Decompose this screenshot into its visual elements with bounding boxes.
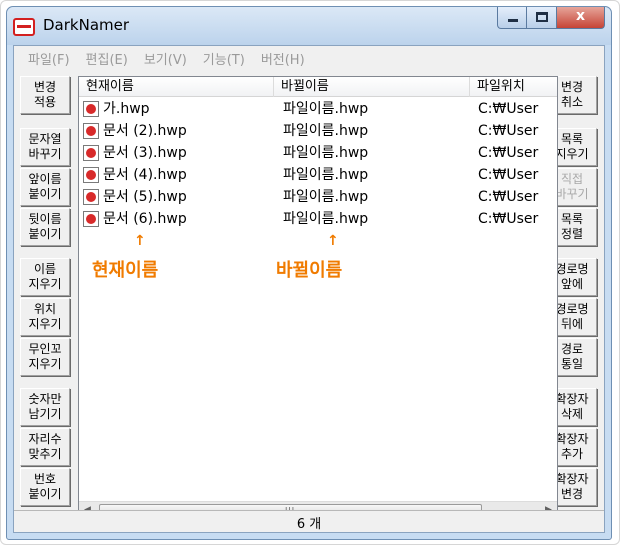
table-row[interactable]: 문서 (6).hwp 파일이름.hwp C:₩User [79, 208, 557, 230]
hwp-file-icon [83, 189, 99, 205]
left-button-9[interactable]: 자리수 맞추기 [20, 428, 70, 466]
close-icon: x [575, 8, 586, 24]
new-name-cell: 파일이름.hwp [283, 189, 369, 205]
file-list[interactable]: 현재이름 바뀔이름 파일위치 가.hwp 파일이름.hwp C:₩User 문서 (2… [78, 76, 558, 519]
menu-bar: 파일(F) 편집(E) 보기(V) 기능(T) 버전(H) [14, 46, 604, 70]
table-row[interactable]: 문서 (2).hwp 파일이름.hwp C:₩User [79, 120, 557, 142]
app-icon [13, 18, 35, 36]
client-area: 파일(F) 편집(E) 보기(V) 기능(T) 버전(H) 변경 적용문자열 바… [13, 45, 605, 533]
left-button-3[interactable]: 앞이름 붙이기 [20, 168, 70, 206]
column-new-name[interactable]: 바뀔이름 [274, 77, 470, 97]
location-cell: C:₩User [478, 145, 539, 161]
location-cell: C:₩User [478, 189, 539, 205]
hwp-file-icon [83, 145, 99, 161]
column-location[interactable]: 파일위치 [470, 77, 559, 97]
window-controls: x [497, 7, 605, 29]
table-row[interactable]: 가.hwp 파일이름.hwp C:₩User [79, 98, 557, 120]
minimize-button[interactable] [497, 7, 527, 29]
table-row[interactable]: 문서 (5).hwp 파일이름.hwp C:₩User [79, 186, 557, 208]
close-button[interactable]: x [557, 7, 605, 29]
location-cell: C:₩User [478, 101, 539, 117]
table-row[interactable]: 문서 (3).hwp 파일이름.hwp C:₩User [79, 142, 557, 164]
annotation-arrow-new: ↑ [327, 233, 339, 249]
left-button-8[interactable]: 숫자만 남기기 [20, 388, 70, 426]
location-cell: C:₩User [478, 123, 539, 139]
hwp-file-icon [83, 211, 99, 227]
hwp-file-icon [83, 101, 99, 117]
current-name-cell: 문서 (6).hwp [103, 211, 187, 227]
hwp-file-icon [83, 167, 99, 183]
menu-file[interactable]: 파일(F) [20, 49, 78, 68]
menu-function[interactable]: 기능(T) [195, 49, 253, 68]
list-body: 가.hwp 파일이름.hwp C:₩User 문서 (2).hwp 파일이름.hwp C:… [79, 98, 557, 501]
left-button-7[interactable]: 무인꼬 지우기 [20, 338, 70, 376]
left-button-4[interactable]: 뒷이름 붙이기 [20, 208, 70, 246]
annotation-new-name: 바뀔이름 [276, 260, 343, 281]
new-name-cell: 파일이름.hwp [283, 145, 369, 161]
current-name-cell: 문서 (2).hwp [103, 123, 187, 139]
menu-edit[interactable]: 편집(E) [78, 49, 136, 68]
list-header: 현재이름 바뀔이름 파일위치 [79, 77, 557, 97]
new-name-cell: 파일이름.hwp [283, 101, 369, 117]
annotation-current-name: 현재이름 [92, 260, 159, 281]
table-row[interactable]: 문서 (4).hwp 파일이름.hwp C:₩User [79, 164, 557, 186]
left-button-6[interactable]: 위치 지우기 [20, 298, 70, 336]
hwp-file-icon [83, 123, 99, 139]
new-name-cell: 파일이름.hwp [283, 167, 369, 183]
menu-version[interactable]: 버전(H) [253, 49, 313, 68]
current-name-cell: 문서 (3).hwp [103, 145, 187, 161]
location-cell: C:₩User [478, 167, 539, 183]
new-name-cell: 파일이름.hwp [283, 123, 369, 139]
left-button-1[interactable]: 변경 적용 [20, 76, 70, 114]
current-name-cell: 문서 (5).hwp [103, 189, 187, 205]
new-name-cell: 파일이름.hwp [283, 211, 369, 227]
annotation-arrow-current: ↑ [134, 233, 146, 249]
column-current-name[interactable]: 현재이름 [79, 77, 274, 97]
maximize-button[interactable] [527, 7, 557, 29]
status-bar: 6 개 [14, 510, 604, 532]
maximize-icon [536, 12, 548, 22]
current-name-cell: 문서 (4).hwp [103, 167, 187, 183]
file-count-status: 6 개 [296, 517, 322, 532]
minimize-icon [508, 19, 518, 22]
location-cell: C:₩User [478, 211, 539, 227]
window-title: DarkNamer [43, 16, 130, 34]
left-button-2[interactable]: 문자열 바꾸기 [20, 128, 70, 166]
title-bar[interactable]: DarkNamer x [7, 7, 611, 45]
current-name-cell: 가.hwp [103, 101, 150, 117]
left-button-10[interactable]: 번호 붙이기 [20, 468, 70, 506]
left-button-5[interactable]: 이름 지우기 [20, 258, 70, 296]
menu-view[interactable]: 보기(V) [136, 49, 195, 68]
